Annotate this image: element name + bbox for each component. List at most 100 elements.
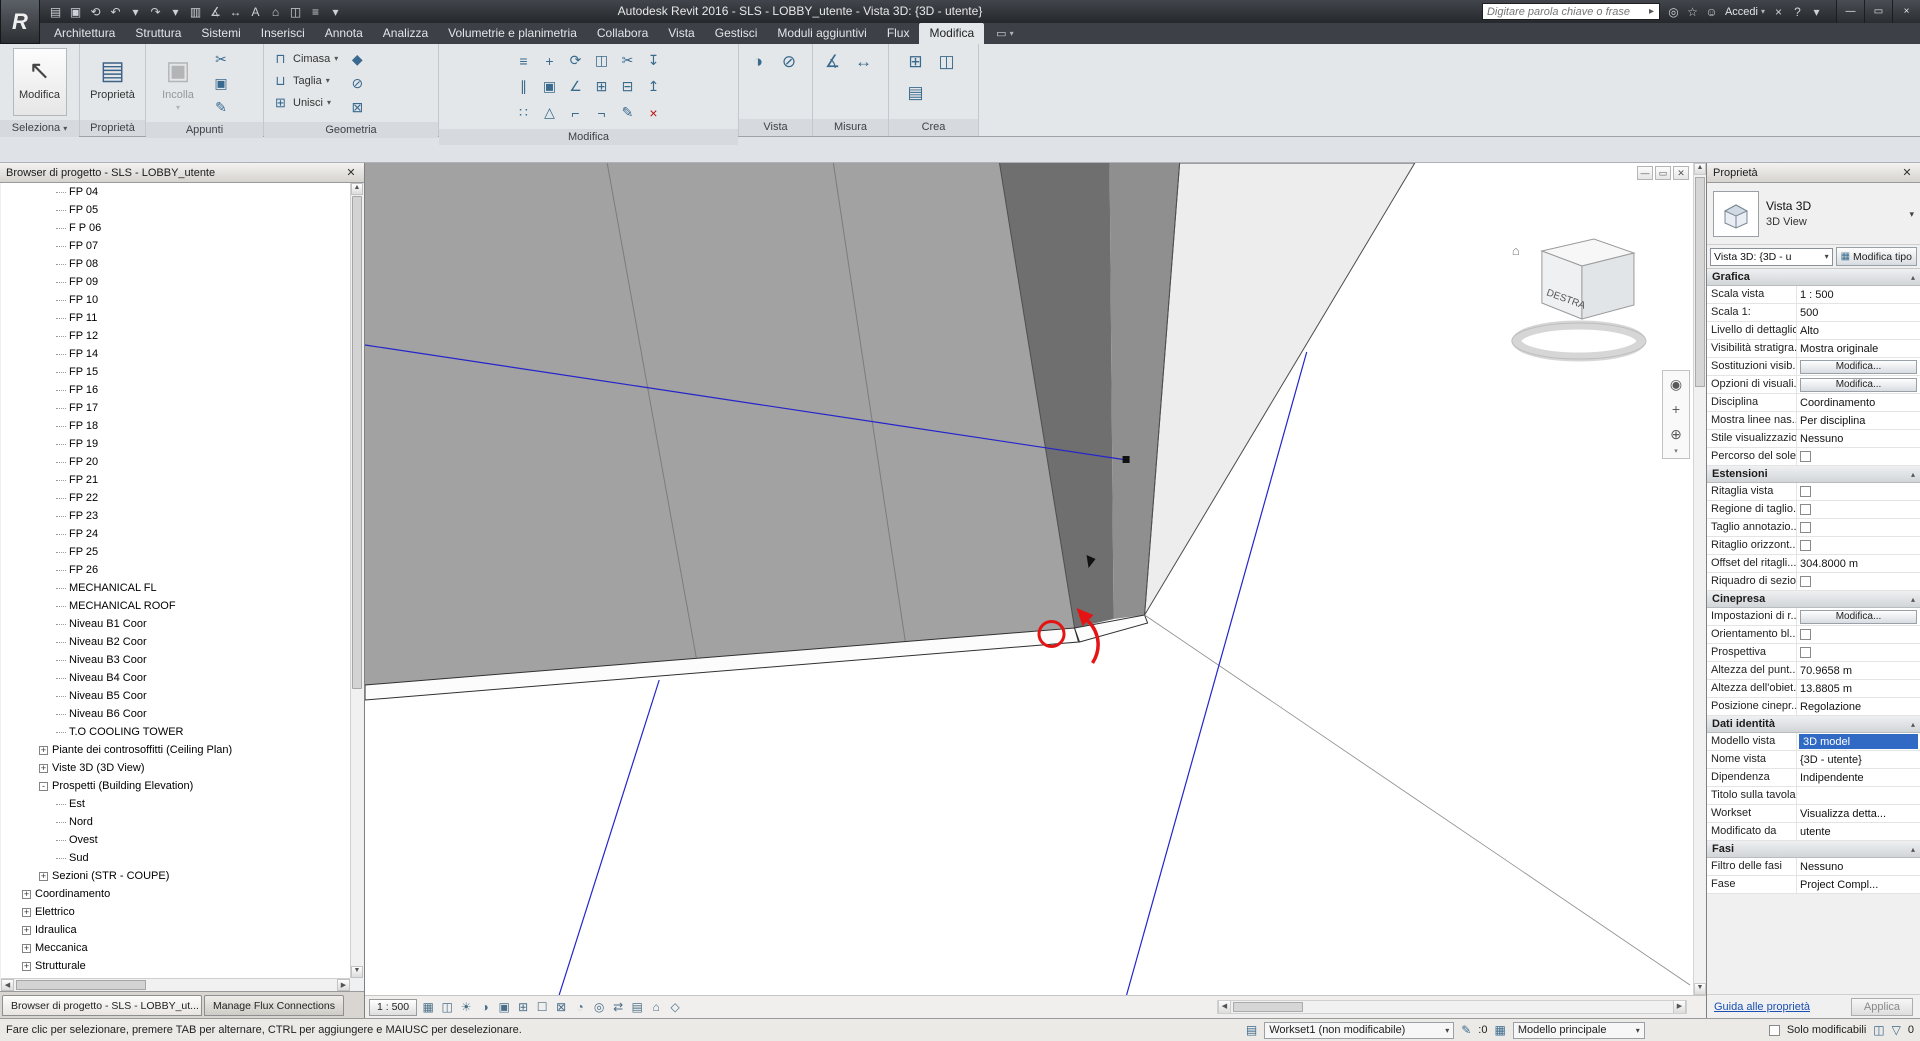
reveal-hidden-icon[interactable]: ◎ — [590, 998, 608, 1016]
trim-single-icon[interactable]: ⌐ — [563, 100, 588, 125]
browser-vertical-scrollbar[interactable]: ▲ ▼ — [350, 183, 363, 978]
tree-item-ovest[interactable]: Ovest — [1, 831, 350, 849]
property-value-fase[interactable]: Project Compl... — [1797, 876, 1920, 893]
paint-icon[interactable]: ◆ — [346, 48, 368, 70]
collapse-chevron-icon[interactable]: ▴ — [1911, 845, 1915, 854]
close-icon[interactable]: ✕ — [1900, 166, 1914, 179]
print-icon[interactable]: ▥ — [186, 3, 205, 21]
analytical-model-icon[interactable]: ⌂ — [647, 998, 665, 1016]
expand-box-icon[interactable]: + — [39, 745, 48, 755]
exclude-options-icon[interactable]: ◫ — [1873, 1023, 1884, 1037]
paste-button[interactable]: ▣ Incolla ▾ — [151, 48, 205, 116]
tree-item-fp-14[interactable]: FP 14 — [1, 345, 350, 363]
delete-icon[interactable]: × — [641, 100, 666, 125]
section-icon[interactable]: ◫ — [286, 3, 305, 21]
properties-button[interactable]: ▤ Proprietà — [86, 48, 140, 116]
pan-icon[interactable]: + — [1664, 397, 1688, 421]
geometry-unisci[interactable]: ⊞ Unisci ▾ — [269, 92, 341, 113]
measure-tool-icon[interactable]: ∡ — [819, 48, 847, 76]
panel-label-modify[interactable]: Modifica — [439, 129, 738, 145]
type-selector-caret-icon[interactable]: ▾ — [1909, 209, 1914, 220]
tree-item-fp-16[interactable]: FP 16 — [1, 381, 350, 399]
checkbox[interactable] — [1800, 540, 1811, 551]
tab-inserisci[interactable]: Inserisci — [251, 23, 315, 44]
property-value-mostra-linee-nas[interactable]: Per disciplina — [1797, 412, 1920, 429]
thin-lines-icon[interactable]: ≡ — [306, 3, 325, 21]
tree-item-fp-08[interactable]: FP 08 — [1, 255, 350, 273]
tree-item-niveau-b2-coor[interactable]: Niveau B2 Coor — [1, 633, 350, 651]
tree-item-fp-04[interactable]: FP 04 — [1, 183, 350, 201]
edit-button[interactable]: Modifica... — [1800, 377, 1917, 392]
checkbox[interactable] — [1800, 576, 1811, 587]
copy-to-clipboard-icon[interactable]: ▣ — [210, 72, 232, 94]
sign-in-button[interactable]: Accedi ▾ — [1725, 6, 1765, 18]
tab-modifica[interactable]: Modifica — [919, 23, 985, 44]
scroll-left-icon[interactable]: ◀ — [1218, 1001, 1231, 1013]
worksharing-display-icon[interactable]: ⇄ — [609, 998, 627, 1016]
expand-box-icon[interactable]: + — [39, 763, 48, 773]
panel-label-measure[interactable]: Misura — [813, 119, 888, 136]
tree-item-nord[interactable]: Nord — [1, 813, 350, 831]
remove-paint-icon[interactable]: ⊘ — [346, 72, 368, 94]
tree-item-elettrico[interactable]: + Elettrico — [1, 903, 350, 921]
communication-center-icon[interactable]: ◎ — [1665, 3, 1682, 20]
collapse-chevron-icon[interactable]: ▴ — [1911, 595, 1915, 604]
section-header-dati-identit[interactable]: Dati identità ▴ — [1707, 716, 1920, 733]
checkbox[interactable] — [1800, 504, 1811, 515]
tab-sistemi[interactable]: Sistemi — [191, 23, 250, 44]
checkbox[interactable] — [1800, 522, 1811, 533]
panel-label-properties[interactable]: Proprietà — [80, 120, 145, 136]
properties-help-link[interactable]: Guida alle proprietà — [1714, 1001, 1810, 1013]
redo-dropdown-icon[interactable]: ▾ — [166, 3, 185, 21]
expand-box-icon[interactable]: + — [22, 943, 31, 953]
tree-item-fp-10[interactable]: FP 10 — [1, 291, 350, 309]
tree-item-piante-dei-controsoffitti-ceiling-plan[interactable]: + Piante dei controsoffitti (Ceiling Plan… — [1, 741, 350, 759]
tree-item-fp-26[interactable]: FP 26 — [1, 561, 350, 579]
property-value-visibilit-stratigra[interactable]: Mostra originale — [1797, 340, 1920, 357]
property-value-disciplina[interactable]: Coordinamento — [1797, 394, 1920, 411]
favorites-icon[interactable]: ☆ — [1684, 3, 1701, 20]
tree-item-fp-11[interactable]: FP 11 — [1, 309, 350, 327]
offset-icon[interactable]: ∥ — [511, 74, 536, 99]
tab-architettura[interactable]: Architettura — [44, 23, 125, 44]
tree-item-coordinamento[interactable]: + Coordinamento — [1, 885, 350, 903]
scrollbar-thumb[interactable] — [1233, 1002, 1303, 1012]
drawing-area[interactable]: ⌂ DESTRA — ▭ ✕ ◉ + ⊕ ▾ ▲ ▼ 1 : 500 ▦ ◫ ☀ ◑ ▣… — [365, 163, 1706, 1018]
tree-item-fp-21[interactable]: FP 21 — [1, 471, 350, 489]
expand-box-icon[interactable]: + — [39, 871, 48, 881]
tree-item-niveau-b4-coor[interactable]: Niveau B4 Coor — [1, 669, 350, 687]
match-type-properties-icon[interactable]: ✎ — [210, 96, 232, 118]
section-header-cinepresa[interactable]: Cinepresa ▴ — [1707, 591, 1920, 608]
property-value-prospettiva[interactable] — [1797, 644, 1920, 661]
property-value-livello-di-dettaglio[interactable]: Alto — [1797, 322, 1920, 339]
guide-endpoint-marker[interactable] — [1122, 456, 1130, 463]
revit-logo-button[interactable]: R — [0, 0, 40, 44]
property-value-filtro-delle-fasi[interactable]: Nessuno — [1797, 858, 1920, 875]
editing-requests-icon[interactable]: ✎ — [1461, 1023, 1471, 1037]
trim-multi-icon[interactable]: ¬ — [589, 100, 614, 125]
property-value-sostituzioni-visib[interactable]: Modifica... — [1797, 358, 1920, 375]
collapse-chevron-icon[interactable]: ▴ — [1911, 470, 1915, 479]
sync-with-central-icon[interactable]: ⟲ — [86, 3, 105, 21]
checkbox[interactable] — [1800, 486, 1811, 497]
redo-icon[interactable]: ↷ — [146, 3, 165, 21]
override-graphics-icon[interactable]: ◑ — [744, 48, 772, 76]
undo-dropdown-icon[interactable]: ▾ — [126, 3, 145, 21]
roof-plane-light[interactable] — [1144, 163, 1416, 616]
panel-label-create[interactable]: Crea — [889, 119, 978, 136]
crop-view-icon[interactable]: ⊞ — [514, 998, 532, 1016]
property-value-taglio-annotazio[interactable] — [1797, 519, 1920, 536]
tree-item-mechanical-fl[interactable]: MECHANICAL FL — [1, 579, 350, 597]
minimize-button[interactable]: — — [1836, 0, 1864, 23]
design-option-dropdown[interactable]: Modello principale ▾ — [1512, 1021, 1645, 1039]
expand-box-icon[interactable]: + — [22, 889, 31, 899]
match-properties-icon[interactable]: ✎ — [615, 100, 640, 125]
align-icon[interactable]: ≡ — [511, 48, 536, 73]
zoom-icon[interactable]: ⊕ — [1664, 422, 1688, 446]
hide-in-view-icon[interactable]: ⊘ — [775, 48, 803, 76]
mirror-axis-icon[interactable]: ◫ — [589, 48, 614, 73]
viewcube-compass-ring[interactable] — [1512, 320, 1646, 362]
active-workset-dropdown[interactable]: Workset1 (non modificabile) ▾ — [1264, 1021, 1455, 1039]
unpin-icon[interactable]: ↥ — [641, 74, 666, 99]
tab-struttura[interactable]: Struttura — [125, 23, 191, 44]
